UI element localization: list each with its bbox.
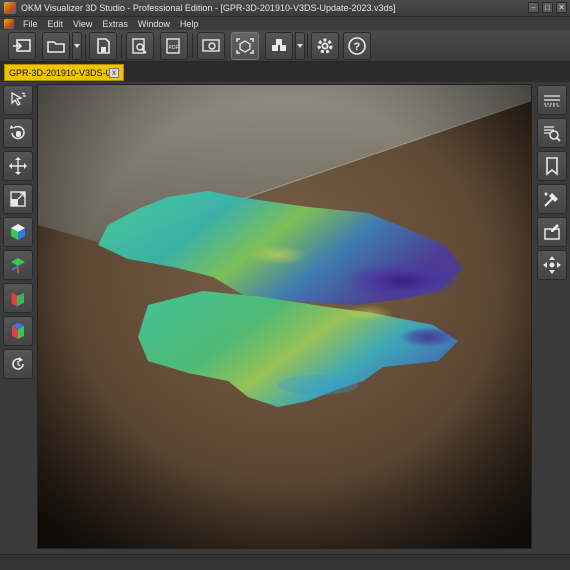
axis-side-icon <box>12 323 24 339</box>
system-menu-icon[interactable] <box>4 18 14 29</box>
help-icon: ? <box>348 37 366 55</box>
screenshot-icon <box>202 39 220 52</box>
settings-button[interactable] <box>311 32 339 60</box>
tab-document[interactable]: GPR-3D-201910-V3DS-Update... x <box>4 64 124 81</box>
menu-help[interactable]: Help <box>175 19 204 29</box>
gpr-scan-render[interactable] <box>38 85 532 549</box>
help-label: ? <box>354 41 361 53</box>
select-tool-button[interactable] <box>3 85 33 115</box>
3d-viewport[interactable] <box>37 84 532 549</box>
search-document-button[interactable] <box>126 32 154 60</box>
close-button[interactable]: ✕ <box>556 2 567 13</box>
model-cubes-button[interactable] <box>265 32 293 60</box>
toolbar-divider <box>121 34 122 58</box>
status-bar <box>0 554 570 570</box>
annotate-button[interactable] <box>537 217 567 247</box>
navigate-button[interactable] <box>537 250 567 280</box>
front-view-button[interactable] <box>3 283 33 313</box>
open-recent-dropdown[interactable] <box>72 32 82 60</box>
menu-file[interactable]: File <box>18 19 43 29</box>
right-tool-sidebar <box>534 82 570 554</box>
bookmark-button[interactable] <box>537 151 567 181</box>
menu-bar: File Edit View Extras Window Help <box>0 17 570 30</box>
cube-view-button[interactable] <box>3 217 33 247</box>
minimize-button[interactable]: – <box>528 2 539 13</box>
scale-icon <box>10 191 26 207</box>
fit-view-icon <box>236 38 254 54</box>
menu-extras[interactable]: Extras <box>97 19 133 29</box>
menu-edit[interactable]: Edit <box>43 19 69 29</box>
rotate-tool-button[interactable] <box>3 118 33 148</box>
layer-search-button[interactable] <box>537 118 567 148</box>
cube-view-icon <box>11 224 25 240</box>
reset-view-icon <box>12 357 24 370</box>
help-button[interactable]: ? <box>343 32 371 60</box>
side-view-button[interactable] <box>3 316 33 346</box>
main-toolbar: PDF ? <box>0 30 570 62</box>
surface-grid-icon <box>544 95 560 107</box>
scale-tool-button[interactable] <box>3 184 33 214</box>
fit-view-button[interactable] <box>231 32 259 60</box>
select-pointer-icon <box>11 91 26 106</box>
settings-gear-icon <box>317 38 333 54</box>
export-pdf-icon: PDF <box>166 38 180 54</box>
measure-tool-icon <box>544 192 558 207</box>
axis-front-icon <box>11 292 24 307</box>
tab-document-label: GPR-3D-201910-V3DS-Update... <box>9 67 109 78</box>
left-tool-sidebar <box>0 82 36 554</box>
export-pdf-button[interactable]: PDF <box>160 32 188 60</box>
annotate-box-icon <box>544 224 560 240</box>
window-title: OKM Visualizer 3D Studio - Professional … <box>21 3 396 13</box>
chevron-down-icon <box>74 44 80 48</box>
rotate-hand-icon <box>10 125 25 140</box>
move-arrows-icon <box>9 157 27 175</box>
menu-view[interactable]: View <box>68 19 97 29</box>
save-button[interactable] <box>89 32 117 60</box>
chevron-down-icon <box>297 44 303 48</box>
reset-view-button[interactable] <box>3 349 33 379</box>
app-logo-icon <box>4 2 16 14</box>
cubes-icon <box>272 39 286 51</box>
title-bar: OKM Visualizer 3D Studio - Professional … <box>0 0 570 17</box>
surface-grid-button[interactable] <box>537 85 567 115</box>
document-tab-strip: GPR-3D-201910-V3DS-Update... x <box>0 62 570 82</box>
import-scan-button[interactable] <box>8 32 36 60</box>
model-options-dropdown[interactable] <box>295 32 305 60</box>
axis-top-icon <box>11 258 25 273</box>
maximize-button[interactable]: □ <box>542 2 553 13</box>
toolbar-divider <box>307 34 308 58</box>
measure-tool-button[interactable] <box>537 184 567 214</box>
tab-close-button[interactable]: x <box>109 67 119 78</box>
pdf-label: PDF <box>169 45 179 51</box>
open-folder-icon <box>47 41 65 53</box>
menu-window[interactable]: Window <box>133 19 175 29</box>
open-folder-button[interactable] <box>42 32 70 60</box>
window-controls: – □ ✕ <box>528 2 567 13</box>
top-view-button[interactable] <box>3 250 33 280</box>
move-tool-button[interactable] <box>3 151 33 181</box>
search-document-icon <box>132 38 147 54</box>
toolbar-divider <box>192 34 193 58</box>
import-scan-icon <box>13 39 31 52</box>
viewport-vignette <box>38 85 531 548</box>
screenshot-button[interactable] <box>197 32 225 60</box>
save-disk-icon <box>97 38 110 54</box>
bookmark-icon <box>546 157 558 176</box>
layers-search-icon <box>544 126 561 142</box>
toolbar-divider <box>85 34 86 58</box>
navigate-cross-icon <box>543 256 561 274</box>
